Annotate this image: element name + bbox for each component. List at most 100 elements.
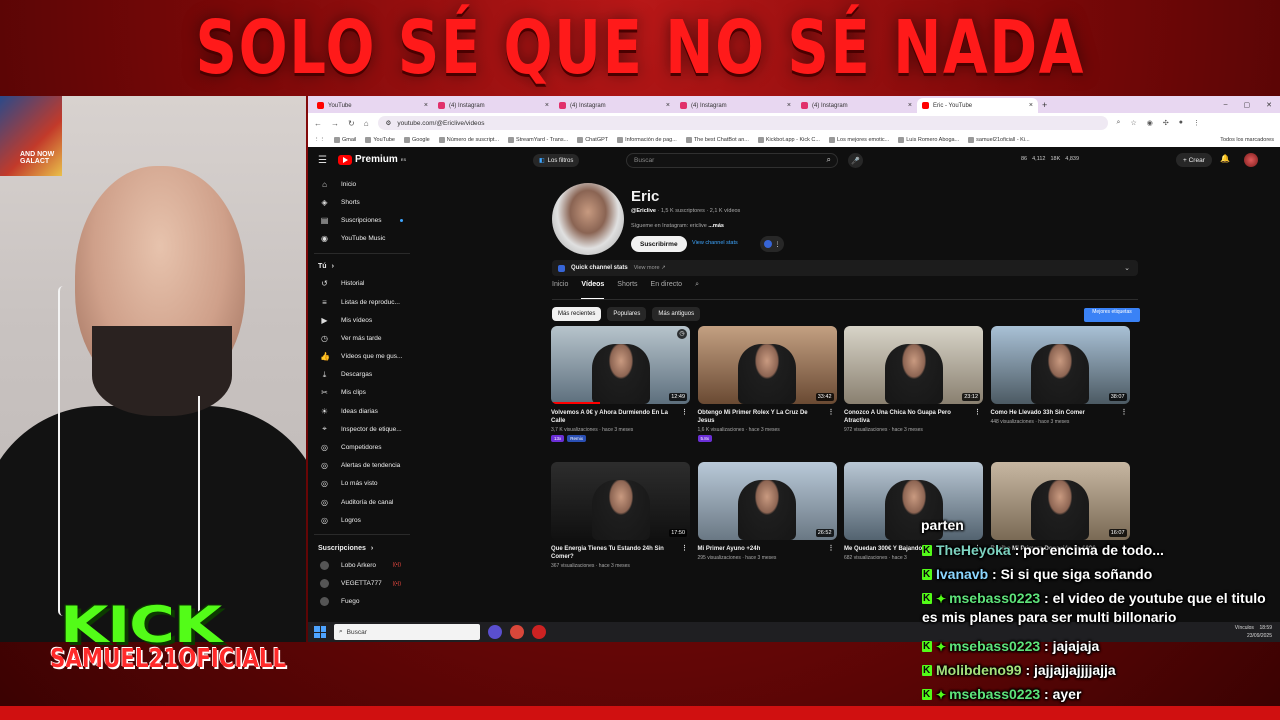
video-title[interactable]: Conozco A Una Chica No Guapa Pero Atract… [844, 409, 983, 425]
close-icon[interactable]: × [787, 102, 791, 109]
chrome-icon[interactable] [510, 625, 524, 639]
video-thumbnail[interactable]: 23:12 [844, 326, 983, 404]
sidebar-item[interactable]: Lobo Arkero ((•)) [308, 556, 413, 574]
sidebar-item[interactable]: 👍 Vídeos que me gus... [308, 348, 413, 366]
video-card[interactable]: 26:52 Mi Primer Ayuno +24h ⋮ 295 visualizac… [697, 462, 837, 561]
view-more-link[interactable]: View more ↗ [634, 265, 666, 271]
browser-tab[interactable]: (4) Instagram × [554, 98, 675, 113]
search-input[interactable]: Buscar ⌕ [626, 153, 838, 168]
browser-tab[interactable]: YouTube × [312, 98, 433, 113]
close-window-icon[interactable]: ✕ [1266, 101, 1272, 109]
video-card[interactable]: 17:50 Que Energia Tienes Tu Estando 24h S… [551, 462, 690, 569]
app-icon[interactable] [532, 625, 546, 639]
sidebar-section-you[interactable]: Tú › [308, 259, 413, 275]
video-thumbnail[interactable]: 33:42 [697, 326, 837, 404]
tab-en-directo[interactable]: En directo [651, 281, 683, 295]
sidebar-item[interactable]: ⌂ Inicio [308, 175, 413, 193]
sidebar-item[interactable]: Fuego [308, 593, 413, 611]
sidebar-item[interactable]: ⌖ Inspector de etique... [308, 420, 413, 438]
close-icon[interactable]: × [908, 102, 912, 109]
sidebar-item[interactable]: ◎ Alertas de tendencia [308, 457, 413, 475]
minimize-icon[interactable]: – [1224, 101, 1228, 109]
sidebar-item[interactable]: ⤓ Descargas [308, 366, 413, 384]
sidebar-item[interactable]: VEGETTA777 ((•)) [308, 575, 413, 593]
tab-vídeos[interactable]: Vídeos [581, 281, 604, 300]
sidebar-item[interactable]: ↺ Historial [308, 275, 413, 293]
sidebar-item[interactable]: ◉ YouTube Music [308, 230, 413, 248]
sidebar-section-subscriptions[interactable]: Suscripciones › [308, 540, 413, 556]
bookmark-item[interactable]: ChatGPT [577, 137, 608, 143]
sidebar-item[interactable]: ≡ Listas de reproduc... [308, 293, 413, 311]
watch-later-icon[interactable]: ◷ [677, 329, 687, 339]
video-card[interactable]: 23:12 Conozco A Una Chica No Guapa Pero A… [844, 326, 983, 433]
bookmark-item[interactable]: The best ChatBot an... [685, 137, 749, 143]
close-icon[interactable]: × [1029, 102, 1033, 109]
sidebar-item[interactable]: ▶ Mis vídeos [308, 311, 413, 329]
search-icon[interactable]: ⌕ [827, 155, 831, 165]
video-title[interactable]: Como He Llevado 33h Sin Comer ⋮ [991, 409, 1130, 417]
app-icon[interactable] [488, 625, 502, 639]
address-bar[interactable]: ⚙ youtube.com/@Ericlive/videos [377, 116, 1108, 130]
all-bookmarks-link[interactable]: Todos los marcadores [1220, 137, 1274, 143]
extension-button[interactable]: ⋮ [760, 236, 784, 252]
voice-search-icon[interactable]: 🎤 [848, 153, 863, 168]
browser-tab[interactable]: (4) Instagram × [675, 98, 796, 113]
video-thumbnail[interactable]: 26:52 [697, 462, 837, 540]
apps-grid-icon[interactable]: ⋮⋮ [314, 137, 325, 143]
create-button[interactable]: + Crear [1176, 153, 1212, 167]
sidebar-item[interactable]: ◎ Auditoría de canal [308, 493, 413, 511]
sort-chip[interactable]: Populares [607, 307, 647, 321]
sort-chip[interactable]: Más antiguos [652, 307, 701, 321]
sidebar-item[interactable]: ◎ Competidores [308, 438, 413, 456]
notifications-bell-icon[interactable]: 🔔 [1220, 154, 1230, 163]
channel-description[interactable]: Sígueme en Instagram: ericlive ...más [631, 223, 724, 229]
windows-start-icon[interactable] [314, 626, 326, 638]
quick-channel-stats-bar[interactable]: Quick channel stats View more ↗ ⌄ [552, 260, 1138, 276]
sidebar-item[interactable]: ◷ Ver más tarde [308, 329, 413, 347]
video-card[interactable]: 38:07 Como He Llevado 33h Sin Comer ⋮ 448 v… [990, 326, 1130, 425]
video-card[interactable]: 33:42 Obtengo Mi Primer Rolex Y La Cruz D… [697, 326, 837, 442]
sidebar-item[interactable]: ◎ Logros [308, 511, 413, 529]
browser-tab[interactable]: (4) Instagram × [433, 98, 554, 113]
sidebar-item[interactable]: ◎ Lo más visto [308, 475, 413, 493]
browser-tab[interactable]: (4) Instagram × [796, 98, 917, 113]
close-icon[interactable]: × [424, 102, 428, 109]
bookmark-star-icon[interactable]: ☆ [1130, 119, 1136, 127]
taskbar-search-input[interactable]: ⌕ Buscar [334, 624, 480, 640]
sidebar-item[interactable]: ☀ Ideas diarias [308, 402, 413, 420]
bookmark-item[interactable]: Google [404, 137, 430, 143]
sidebar-item[interactable]: ✂ Mis clips [308, 384, 413, 402]
zoom-icon[interactable]: ⌕ [1117, 119, 1121, 127]
bookmark-item[interactable]: Gmail [334, 137, 356, 143]
account-avatar[interactable] [1244, 153, 1258, 167]
home-icon[interactable]: ⌂ [364, 119, 369, 128]
video-thumbnail[interactable]: 17:50 [551, 462, 690, 540]
video-thumbnail[interactable]: ◷ 12:49 [551, 326, 690, 404]
forward-icon[interactable]: → [331, 119, 339, 128]
video-thumbnail[interactable]: 38:07 [990, 326, 1130, 404]
close-icon[interactable]: × [666, 102, 670, 109]
back-icon[interactable]: ← [314, 119, 322, 128]
video-menu-icon[interactable]: ⋮ [828, 545, 835, 553]
video-card[interactable]: ◷ 12:49 Volvemos A 0€ y Ahora Durmiendo En… [551, 326, 690, 442]
sidebar-item[interactable]: ◈ Shorts [308, 193, 413, 211]
more-link[interactable]: ...más [708, 223, 724, 229]
browser-tab[interactable]: Eric - YouTube × [917, 98, 1038, 113]
bookmark-item[interactable]: Información de pag... [617, 137, 677, 143]
video-title[interactable]: Obtengo Mi Primer Rolex Y La Cruz De Jes… [698, 409, 837, 425]
reload-icon[interactable]: ↻ [348, 119, 355, 128]
video-title[interactable]: Que Energia Tienes Tu Estando 24h Sin Co… [551, 545, 690, 561]
extension-icon[interactable]: ◉ [1147, 119, 1153, 127]
video-menu-icon[interactable]: ⋮ [974, 409, 981, 417]
bookmark-item[interactable]: samuel21oficiall - Ki... [968, 137, 1030, 143]
subscribe-button[interactable]: Suscribirme [631, 236, 687, 252]
search-icon[interactable]: ⌕ [695, 281, 699, 295]
tab-shorts[interactable]: Shorts [617, 281, 637, 295]
video-menu-icon[interactable]: ⋮ [828, 409, 835, 417]
sort-chip[interactable]: Más recientes [552, 307, 602, 321]
best-tags-button[interactable]: Mejores etiquetas [1084, 308, 1140, 322]
bookmark-item[interactable]: Número de suscript... [438, 137, 499, 143]
channel-avatar[interactable] [552, 183, 624, 255]
video-menu-icon[interactable]: ⋮ [681, 409, 688, 417]
profile-icon[interactable]: ● [1179, 119, 1183, 127]
